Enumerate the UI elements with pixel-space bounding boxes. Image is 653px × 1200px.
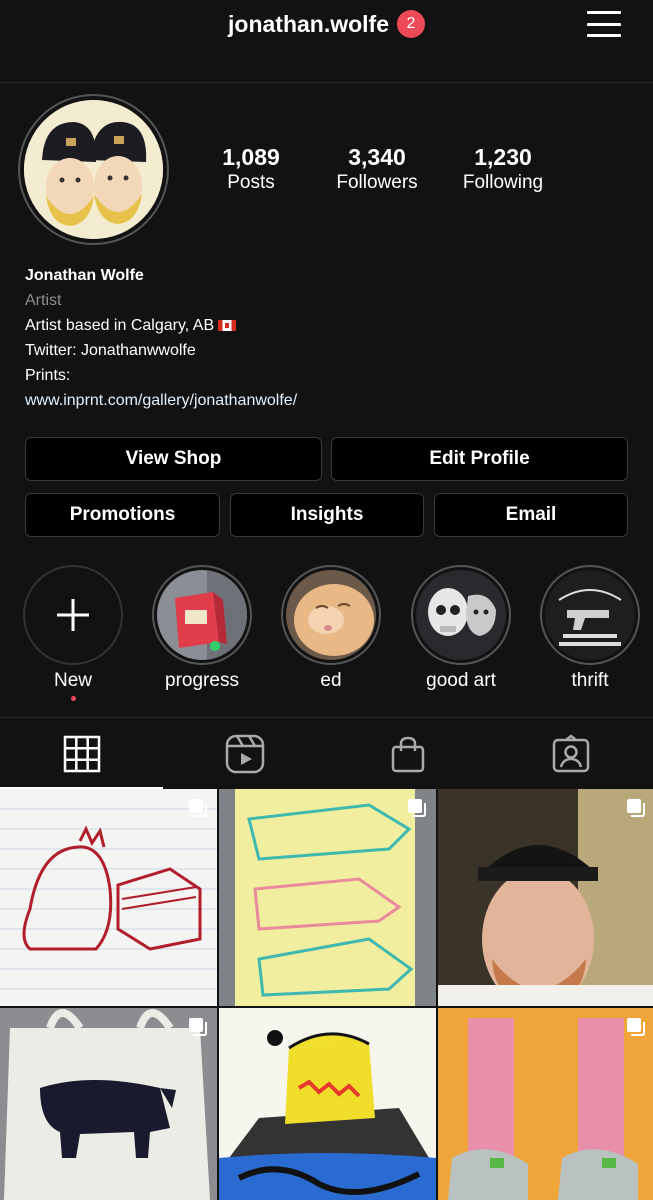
view-shop-button[interactable]: View Shop [25, 437, 322, 481]
post-thumbnail[interactable] [0, 1008, 217, 1200]
posts-count: 1,089 [222, 144, 280, 170]
edit-profile-button[interactable]: Edit Profile [331, 437, 628, 481]
tab-reels[interactable] [163, 718, 326, 789]
tagged-icon [552, 733, 589, 772]
following-count: 1,230 [474, 144, 532, 170]
notification-badge: 2 [397, 10, 425, 38]
highlight-cover [286, 570, 376, 660]
followers-stat[interactable]: 3,340 Followers [307, 143, 447, 195]
profile-username-header[interactable]: jonathan.wolfe 2 [0, 10, 653, 38]
highlight-label: good art [426, 670, 496, 691]
post-thumbnail[interactable] [438, 1008, 653, 1200]
canada-flag-icon [218, 320, 237, 332]
multi-post-icon [408, 799, 426, 817]
highlight-cover [157, 570, 247, 660]
bio-line: Twitter: Jonathanwwolfe [25, 342, 196, 359]
posts-stat[interactable]: 1,089 Posts [181, 143, 321, 195]
tab-grid[interactable] [0, 718, 163, 789]
tab-shop[interactable] [326, 718, 489, 789]
profile-category: Artist [25, 292, 62, 309]
top-bar: jonathan.wolfe 2 [0, 0, 653, 83]
highlight-label: progress [165, 670, 239, 691]
highlight-label: New [53, 670, 92, 691]
multi-post-icon [189, 799, 207, 817]
post-grid [0, 789, 653, 1200]
followers-count: 3,340 [348, 144, 406, 170]
plus-icon [57, 599, 89, 631]
highlight-new[interactable]: New [23, 565, 123, 701]
tab-tagged[interactable] [489, 718, 652, 789]
highlight-cover [416, 570, 506, 660]
bio-line: Artist based in Calgary, AB [25, 313, 297, 338]
profile-name: Jonathan Wolfe [25, 267, 144, 284]
shop-bag-icon [391, 736, 424, 772]
new-indicator-dot [70, 696, 76, 701]
bio-line: Prints: [25, 367, 71, 384]
grid-icon [63, 735, 100, 772]
post-thumbnail[interactable] [0, 789, 217, 1006]
post-thumbnail[interactable] [438, 789, 653, 1006]
highlight-good-art[interactable]: good art [411, 565, 511, 692]
highlight-progress[interactable]: progress [152, 565, 252, 692]
profile-tabs [0, 717, 653, 789]
highlight-ed[interactable]: ed [281, 565, 381, 692]
following-label: Following [462, 172, 544, 193]
username-label: jonathan.wolfe [228, 10, 389, 37]
reels-icon [225, 734, 264, 773]
following-stat[interactable]: 1,230 Following [433, 143, 573, 195]
bio-section: Jonathan Wolfe Artist Artist based in Ca… [25, 263, 297, 413]
new-highlight-ring [23, 565, 123, 665]
hamburger-icon [587, 11, 621, 14]
highlight-cover [545, 570, 635, 660]
post-thumbnail[interactable] [219, 1008, 436, 1200]
multi-post-icon [189, 1018, 207, 1036]
avatar[interactable] [18, 94, 169, 245]
insights-button[interactable]: Insights [230, 493, 424, 537]
avatar-image [24, 100, 163, 239]
highlight-label: thrift [571, 670, 609, 691]
highlight-label: ed [320, 670, 342, 691]
promotions-button[interactable]: Promotions [25, 493, 220, 537]
followers-label: Followers [336, 172, 418, 193]
website-link[interactable]: www.inprnt.com/gallery/jonathanwolfe/ [25, 388, 297, 413]
post-thumbnail[interactable] [219, 789, 436, 1006]
multi-post-icon [627, 1018, 645, 1036]
multi-post-icon [627, 799, 645, 817]
highlight-thrift[interactable]: thrift [540, 565, 640, 692]
menu-button[interactable] [587, 8, 621, 40]
posts-label: Posts [227, 172, 275, 193]
email-button[interactable]: Email [434, 493, 628, 537]
